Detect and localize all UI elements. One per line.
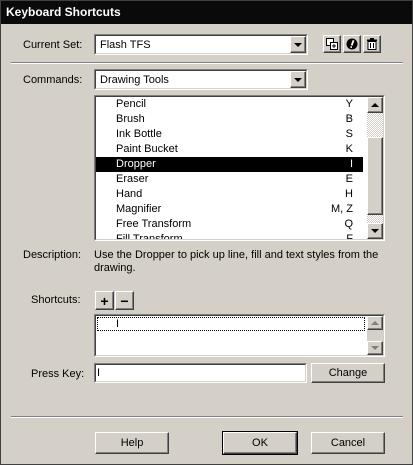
- command-list: Pencil Y Brush B Ink Bottle S Paint Bucket K Dro…: [94, 95, 385, 241]
- command-key: H: [345, 188, 353, 200]
- command-name: Fill Transform: [116, 233, 183, 240]
- command-key: K: [345, 143, 353, 155]
- command-list-item[interactable]: Dropper I: [96, 157, 363, 172]
- remove-shortcut-button[interactable]: −: [115, 291, 134, 310]
- commands-label: Commands:: [23, 74, 83, 86]
- command-name: Dropper: [116, 158, 156, 170]
- command-name: Eraser: [116, 173, 149, 185]
- command-list-item[interactable]: Pencil Y: [96, 97, 363, 112]
- cancel-button[interactable]: Cancel: [311, 432, 385, 454]
- command-key: E: [345, 173, 353, 185]
- shortcut-list-item[interactable]: I: [97, 317, 365, 331]
- command-key: M, Z: [331, 203, 353, 215]
- commands-select[interactable]: Drawing Tools: [94, 69, 308, 90]
- command-list-item[interactable]: Brush B: [96, 112, 363, 127]
- rename-set-button[interactable]: [343, 35, 361, 53]
- current-set-label: Current Set:: [23, 39, 83, 51]
- delete-set-icon: [367, 38, 377, 50]
- command-key: F: [346, 233, 353, 240]
- command-list-item[interactable]: Hand H: [96, 187, 363, 202]
- delete-set-button[interactable]: [363, 35, 381, 53]
- current-set-select[interactable]: Flash TFS: [94, 34, 308, 55]
- press-key-input[interactable]: I: [94, 363, 307, 383]
- current-set-value: Flash TFS: [100, 39, 151, 51]
- scroll-thumb[interactable]: [367, 137, 383, 215]
- arrow-up-icon: [371, 103, 379, 107]
- commands-dropdown-button[interactable]: [290, 71, 306, 88]
- scroll-up-button[interactable]: [367, 97, 383, 113]
- add-shortcut-button[interactable]: +: [95, 291, 114, 310]
- command-list-item[interactable]: Eraser E: [96, 172, 363, 187]
- command-name: Pencil: [116, 98, 146, 110]
- separator: [11, 416, 403, 418]
- press-key-value: I: [97, 367, 101, 379]
- duplicate-set-button[interactable]: [323, 35, 341, 53]
- title-bar: Keyboard Shortcuts: [1, 1, 412, 24]
- command-key: Y: [345, 98, 353, 110]
- chevron-down-icon: [294, 42, 302, 47]
- command-list-item[interactable]: Paint Bucket K: [96, 142, 363, 157]
- duplicate-set-icon: [326, 38, 338, 50]
- current-set-dropdown-button[interactable]: [290, 36, 306, 53]
- command-name: Hand: [116, 188, 143, 200]
- arrow-down-icon: [371, 346, 379, 350]
- scroll-down-button[interactable]: [367, 223, 383, 239]
- arrow-up-icon: [371, 321, 379, 325]
- shortcut-list: I: [94, 314, 385, 357]
- keyboard-shortcuts-dialog: Keyboard Shortcuts Current Set: Flash TF…: [0, 0, 413, 465]
- help-button[interactable]: Help: [95, 432, 169, 454]
- ok-button[interactable]: OK: [222, 431, 298, 455]
- shortcut-item-text: I: [116, 318, 120, 330]
- press-key-label: Press Key:: [31, 368, 85, 380]
- command-name: Ink Bottle: [116, 128, 162, 140]
- command-key: Q: [344, 218, 353, 230]
- command-list-item[interactable]: Magnifier M, Z: [96, 202, 363, 217]
- command-list-item[interactable]: Free Transform Q: [96, 217, 363, 232]
- command-key: S: [345, 128, 353, 140]
- description-label: Description:: [23, 249, 82, 261]
- shortcut-list-scrollbar[interactable]: [367, 316, 383, 355]
- rename-set-icon: [346, 38, 358, 50]
- arrow-down-icon: [371, 229, 379, 233]
- chevron-down-icon: [294, 77, 302, 82]
- change-button[interactable]: Change: [311, 363, 385, 383]
- command-list-rows: Pencil Y Brush B Ink Bottle S Paint Bucket K Dro…: [96, 97, 366, 240]
- separator: [11, 62, 403, 64]
- command-list-scrollbar[interactable]: [367, 97, 383, 239]
- window-title: Keyboard Shortcuts: [6, 5, 121, 19]
- shortcuts-label: Shortcuts:: [31, 294, 81, 306]
- shortcut-scroll-down-button[interactable]: [367, 341, 383, 355]
- command-list-item[interactable]: Fill Transform F: [96, 232, 363, 240]
- command-name: Free Transform: [116, 218, 192, 230]
- description-text: Use the Dropper to pick up line, fill an…: [94, 249, 379, 274]
- command-key: I: [349, 158, 353, 170]
- command-name: Magnifier: [116, 203, 162, 215]
- command-name: Paint Bucket: [116, 143, 178, 155]
- command-key: B: [345, 113, 353, 125]
- command-name: Brush: [116, 113, 145, 125]
- command-list-item[interactable]: Ink Bottle S: [96, 127, 363, 142]
- commands-value: Drawing Tools: [100, 74, 169, 86]
- shortcut-scroll-up-button[interactable]: [367, 316, 383, 330]
